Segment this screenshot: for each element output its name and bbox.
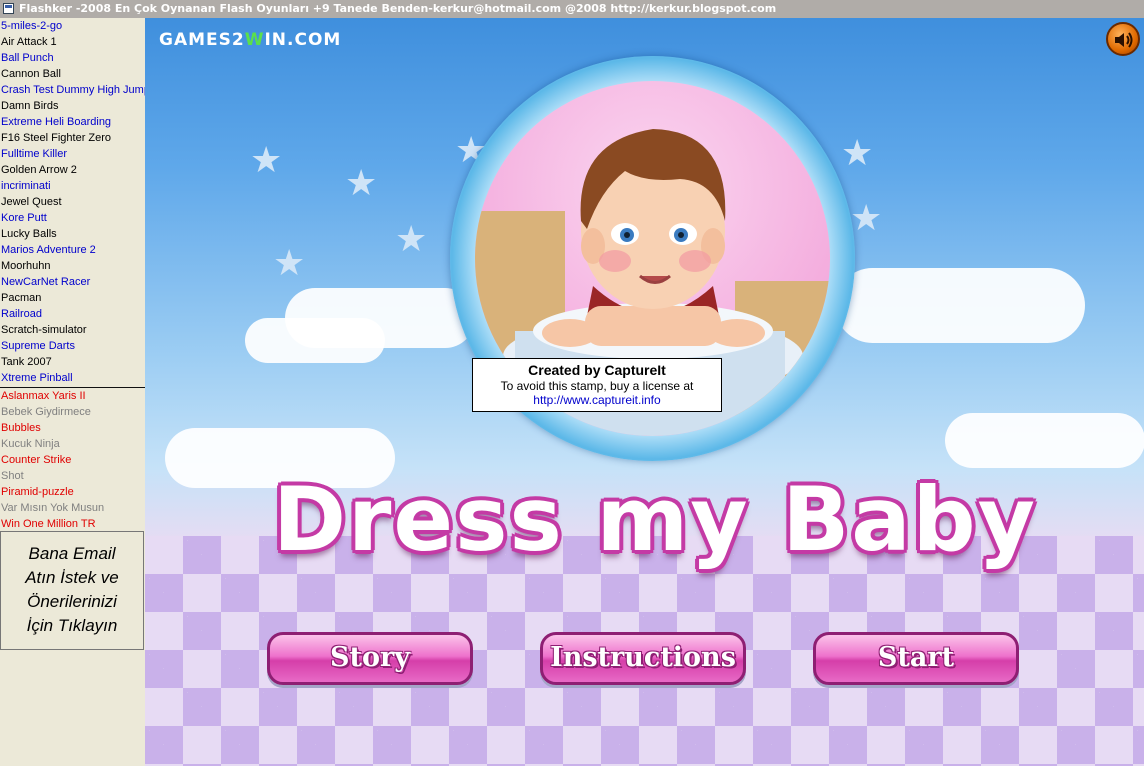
window-titlebar: Flashker -2008 En Çok Oynanan Flash Oyun… — [0, 0, 1144, 18]
game-link[interactable]: Bubbles — [0, 420, 145, 436]
email-request-button[interactable]: Bana Email Atın İstek ve Önerilerinizi İ… — [0, 531, 144, 650]
window-title: Flashker -2008 En Çok Oynanan Flash Oyun… — [19, 2, 777, 15]
star-decoration: ★ — [250, 140, 283, 181]
star-decoration: ★ — [841, 133, 874, 174]
instructions-button[interactable]: Instructions — [540, 632, 746, 685]
watermark-text: To avoid this stamp, buy a license at — [500, 379, 694, 393]
email-line-1: Bana Email — [28, 544, 116, 563]
game-link[interactable]: Pacman — [0, 290, 145, 306]
story-button[interactable]: Story — [267, 632, 473, 685]
game-link[interactable]: Lucky Balls — [0, 226, 145, 242]
game-list: 5-miles-2-go Air Attack 1 Ball Punch Cannon… — [0, 18, 145, 532]
game-link[interactable]: Ball Punch — [0, 50, 145, 66]
game-link[interactable]: Jewel Quest — [0, 194, 145, 210]
star-decoration: ★ — [345, 163, 378, 204]
game-link[interactable]: Kore Putt — [0, 210, 145, 226]
cloud-decoration — [245, 318, 385, 363]
game-link[interactable]: Aslanmax Yaris II — [0, 388, 145, 404]
game-link[interactable]: Supreme Darts — [0, 338, 145, 354]
game-link[interactable]: Marios Adventure 2 — [0, 242, 145, 258]
game-link[interactable]: Crash Test Dummy High Jump — [0, 82, 145, 98]
game-title: Dress my Baby — [272, 468, 1038, 571]
start-button[interactable]: Start — [813, 632, 1019, 685]
game-link[interactable]: Railroad — [0, 306, 145, 322]
game-link[interactable]: Piramid-puzzle — [0, 484, 145, 500]
game-link[interactable]: Win One Million TR — [0, 516, 145, 532]
star-decoration: ★ — [395, 219, 428, 260]
game-link[interactable]: Xtreme Pinball — [0, 370, 145, 386]
games2win-logo: GAMES2WIN.COM — [159, 30, 342, 50]
cloud-decoration — [945, 413, 1144, 468]
game-link[interactable]: Moorhuhn — [0, 258, 145, 274]
game-link[interactable]: Var Mısın Yok Musun — [0, 500, 145, 516]
speaker-icon[interactable] — [1106, 22, 1140, 56]
app-window-icon — [3, 3, 14, 14]
game-link[interactable]: 5-miles-2-go — [0, 18, 145, 34]
game-link[interactable]: Counter Strike — [0, 452, 145, 468]
game-link[interactable]: Damn Birds — [0, 98, 145, 114]
game-link[interactable]: incriminati — [0, 178, 145, 194]
game-link[interactable]: Tank 2007 — [0, 354, 145, 370]
watermark-title: Created by CaptureIt — [528, 362, 666, 378]
game-link[interactable]: NewCarNet Racer — [0, 274, 145, 290]
game-link[interactable]: Scratch-simulator — [0, 322, 145, 338]
game-link[interactable]: Air Attack 1 — [0, 34, 145, 50]
email-line-2: Atın İstek ve — [25, 568, 119, 587]
game-link[interactable]: Fulltime Killer — [0, 146, 145, 162]
email-line-4: İçin Tıklayın — [26, 616, 118, 635]
game-list-sidebar: 5-miles-2-go Air Attack 1 Ball Punch Cannon… — [0, 18, 145, 766]
star-decoration: ★ — [850, 198, 883, 239]
flash-game-area[interactable]: ★ ★ ★ ★ ★ ★ ★ GAMES2WIN.COM Created by C… — [145, 18, 1144, 766]
cloud-decoration — [835, 268, 1085, 343]
star-decoration: ★ — [273, 243, 306, 284]
email-line-3: Önerilerinizi — [27, 592, 117, 611]
game-link[interactable]: Kucuk Ninja — [0, 436, 145, 452]
game-link[interactable]: Bebek Giydirmece — [0, 404, 145, 420]
game-link[interactable]: Cannon Ball — [0, 66, 145, 82]
game-link[interactable]: F16 Steel Fighter Zero — [0, 130, 145, 146]
game-link[interactable]: Extreme Heli Boarding — [0, 114, 145, 130]
game-link[interactable]: Shot — [0, 468, 145, 484]
watermark-link[interactable]: http://www.captureit.info — [473, 393, 721, 407]
captureit-watermark: Created by CaptureIt To avoid this stamp… — [472, 358, 722, 412]
game-link[interactable]: Golden Arrow 2 — [0, 162, 145, 178]
